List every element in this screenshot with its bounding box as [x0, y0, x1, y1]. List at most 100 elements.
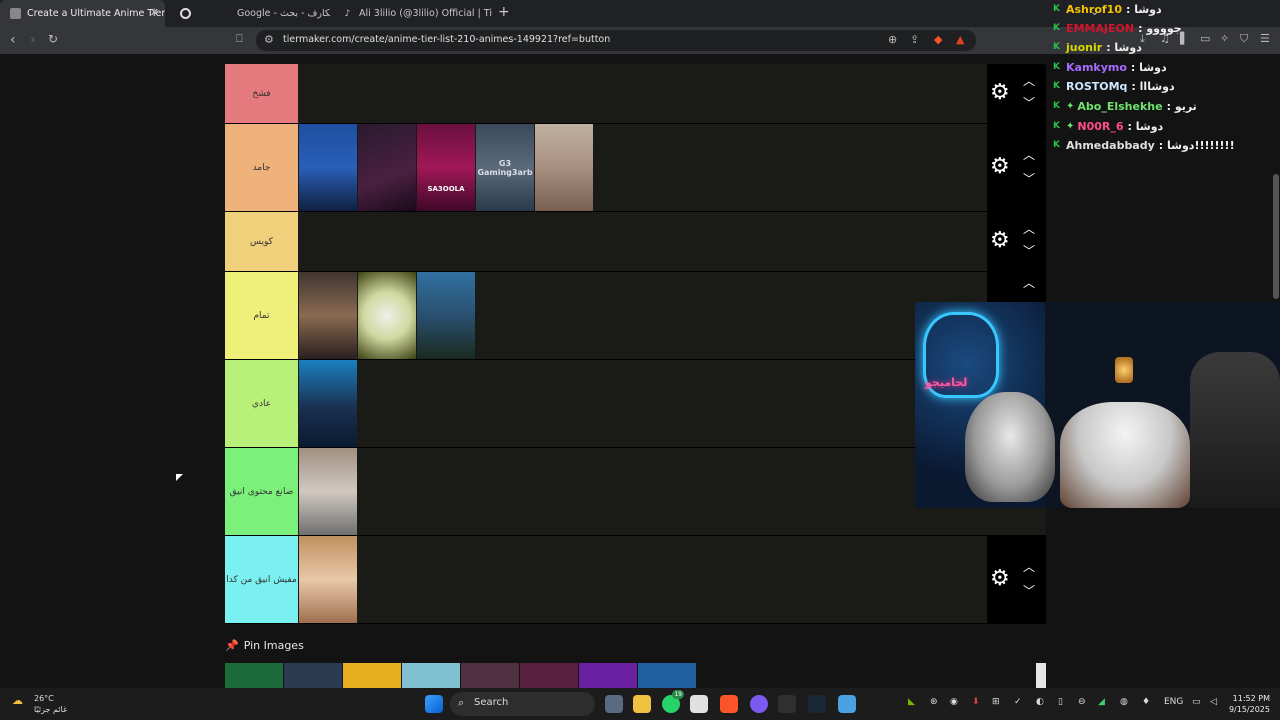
- pinned-image[interactable]: [520, 663, 578, 688]
- tier-items[interactable]: SA3OOLA G3 Gaming3arb: [299, 124, 594, 211]
- gaming-chair: [1190, 352, 1280, 508]
- volume-icon[interactable]: ◁: [1210, 697, 1217, 707]
- new-tab-icon[interactable]: +: [498, 4, 510, 20]
- tier-items[interactable]: [299, 536, 358, 623]
- pinned-image[interactable]: [343, 663, 401, 688]
- notepad-icon[interactable]: [838, 695, 856, 713]
- tier-label[interactable]: صانع محتوى انيق: [225, 448, 298, 535]
- tier-row[interactable]: فشخ ⚙ ︿ ﹀: [225, 64, 1046, 124]
- weather-widget[interactable]: ☁ 26°C غائم جزئيًا: [12, 693, 67, 715]
- tier-label[interactable]: جامد: [225, 124, 298, 211]
- tray-app-icon[interactable]: ▯: [1058, 697, 1063, 707]
- move-up-icon[interactable]: ︿: [1023, 274, 1035, 291]
- tab-tiktok[interactable]: ♪ Ali 3lilio (@3lilio) Official | TikTok: [332, 0, 492, 27]
- site-info-icon[interactable]: ⚙: [264, 33, 274, 46]
- move-down-icon[interactable]: ﹀: [1023, 582, 1035, 599]
- tier-item-image[interactable]: [417, 272, 475, 359]
- close-tab-icon[interactable]: ✕: [150, 6, 159, 19]
- move-down-icon[interactable]: ﹀: [1023, 94, 1035, 111]
- steam-icon[interactable]: [808, 695, 826, 713]
- tray-app-icon[interactable]: ◢: [1098, 697, 1105, 707]
- tier-items[interactable]: [299, 448, 358, 535]
- wallet-icon[interactable]: ▭: [1200, 32, 1210, 45]
- menu-icon[interactable]: ☰: [1260, 32, 1270, 45]
- gear-icon[interactable]: ⚙: [990, 230, 1010, 252]
- tray-app-icon[interactable]: ⊞: [992, 697, 1000, 707]
- tier-label[interactable]: فشخ: [225, 64, 298, 123]
- taskbar-search[interactable]: ⌕ Search: [450, 692, 595, 716]
- tier-item-image[interactable]: [299, 360, 357, 447]
- pinned-image[interactable]: [284, 663, 342, 688]
- share-icon[interactable]: ⇪: [910, 33, 919, 46]
- move-up-icon[interactable]: ︿: [1023, 558, 1035, 575]
- tier-item-image[interactable]: [299, 536, 357, 623]
- vpn-icon[interactable]: ⛉: [1240, 32, 1248, 46]
- discord-icon[interactable]: [750, 695, 768, 713]
- windows-start-icon[interactable]: [425, 695, 443, 713]
- tier-item-image[interactable]: G3 Gaming3arb: [476, 124, 534, 211]
- tier-label[interactable]: كويس: [225, 212, 298, 271]
- address-bar[interactable]: ⚙ tiermaker.com/create/anime-tier-list-2…: [256, 30, 976, 51]
- tier-label[interactable]: مفيش انيق من كدا: [225, 536, 298, 623]
- reload-icon[interactable]: ↻: [48, 32, 58, 46]
- task-view-icon[interactable]: [605, 695, 623, 713]
- bookmark-icon[interactable]: ⎕: [236, 32, 243, 46]
- gear-icon[interactable]: ⚙: [990, 82, 1010, 104]
- tab-google[interactable]: Google - هيميكا الكارف - بحث: [170, 0, 330, 27]
- nvidia-icon[interactable]: ◣: [908, 697, 915, 707]
- move-up-icon[interactable]: ︿: [1023, 146, 1035, 163]
- tray-app-icon[interactable]: ◍: [1120, 697, 1128, 707]
- system-clock[interactable]: 11:52 PM 9/15/2025: [1224, 693, 1270, 715]
- move-up-icon[interactable]: ︿: [1023, 72, 1035, 89]
- discord-tray-icon[interactable]: ◉: [950, 697, 958, 707]
- tab-tiermaker[interactable]: Create a Ultimate Anime Tier List ✕: [0, 0, 165, 27]
- microphone-icon[interactable]: ♦: [1142, 697, 1150, 707]
- pinned-image[interactable]: [638, 663, 696, 688]
- tier-items[interactable]: [299, 272, 476, 359]
- tray-app-icon[interactable]: ⊖: [1078, 697, 1086, 707]
- tier-item-image[interactable]: [299, 272, 357, 359]
- gear-icon[interactable]: ⚙: [990, 156, 1010, 178]
- brave-rewards-icon[interactable]: ▲: [956, 33, 964, 46]
- tray-app-icon[interactable]: ✓: [1014, 697, 1022, 707]
- steam-tray-icon[interactable]: ⊛: [930, 697, 938, 707]
- url-text: tiermaker.com/create/anime-tier-list-210…: [283, 34, 611, 45]
- snipping-tool-icon[interactable]: [690, 695, 708, 713]
- whatsapp-icon[interactable]: 19: [662, 690, 684, 713]
- network-icon[interactable]: ▭: [1192, 697, 1201, 707]
- tier-item-image[interactable]: [299, 448, 357, 535]
- pinned-image[interactable]: [225, 663, 283, 688]
- recording-icon[interactable]: ⬇: [972, 697, 980, 707]
- tier-item-image[interactable]: [358, 124, 416, 211]
- pin-strip-scrollbar[interactable]: [1036, 663, 1046, 688]
- forward-icon[interactable]: ›: [30, 32, 36, 48]
- pinned-image[interactable]: [402, 663, 460, 688]
- leo-icon[interactable]: ✧: [1220, 32, 1229, 45]
- tier-row[interactable]: مفيش انيق من كدا ⚙ ︿ ﹀: [225, 536, 1046, 624]
- tier-item-image[interactable]: [299, 124, 357, 211]
- tier-items[interactable]: [299, 360, 358, 447]
- tier-item-image[interactable]: SA3OOLA: [417, 124, 475, 211]
- move-down-icon[interactable]: ﹀: [1023, 170, 1035, 187]
- tier-item-image[interactable]: [535, 124, 593, 211]
- move-up-icon[interactable]: ︿: [1023, 220, 1035, 237]
- tier-row[interactable]: جامد SA3OOLA G3 Gaming3arb ⚙ ︿ ﹀: [225, 124, 1046, 212]
- scrollbar-thumb[interactable]: [1273, 174, 1279, 299]
- pinned-image[interactable]: [461, 663, 519, 688]
- brave-shield-icon[interactable]: ◆: [934, 33, 942, 46]
- tier-item-image[interactable]: [358, 272, 416, 359]
- chat-user: ROSTOMq: [1066, 79, 1128, 93]
- back-icon[interactable]: ‹: [10, 32, 16, 48]
- zoom-icon[interactable]: ⊕: [888, 33, 897, 46]
- move-down-icon[interactable]: ﹀: [1023, 242, 1035, 259]
- language-indicator[interactable]: ENG: [1164, 697, 1183, 707]
- tray-app-icon[interactable]: ◐: [1036, 697, 1044, 707]
- file-explorer-icon[interactable]: [633, 695, 651, 713]
- pinned-image[interactable]: [579, 663, 637, 688]
- tier-label[interactable]: عادي: [225, 360, 298, 447]
- terminal-icon[interactable]: [778, 695, 796, 713]
- gear-icon[interactable]: ⚙: [990, 568, 1010, 590]
- tier-label[interactable]: تمام: [225, 272, 298, 359]
- tier-row[interactable]: كويس ⚙ ︿ ﹀: [225, 212, 1046, 272]
- brave-browser-icon[interactable]: [720, 695, 738, 713]
